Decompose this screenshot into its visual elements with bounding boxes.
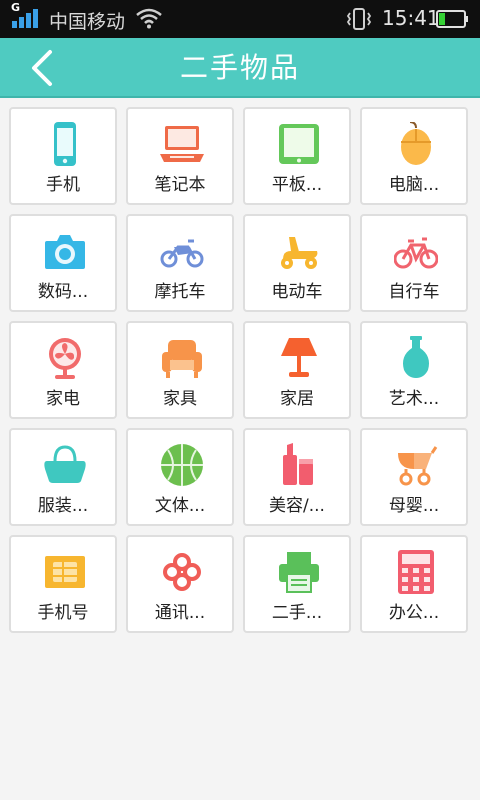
category-label: 家居 [280, 389, 314, 409]
category-tile-bicycle[interactable]: 自行车 [360, 214, 468, 312]
category-label: 家电 [46, 389, 80, 409]
category-tile-art[interactable]: 艺术... [360, 321, 468, 419]
category-label: 电动车 [271, 282, 323, 302]
vibrate-icon [346, 8, 372, 30]
tablet-icon [279, 124, 319, 164]
carrier-name: 中国移动 [49, 11, 126, 33]
category-tile-motorcycle[interactable]: 摩托车 [126, 214, 234, 312]
category-label: 办公... [388, 603, 440, 623]
category-label: 二手... [271, 603, 323, 623]
chevron-left-icon [32, 50, 52, 86]
mouse-icon [401, 122, 431, 165]
category-tile-appliance[interactable]: 家电 [9, 321, 117, 419]
bicycle-icon [394, 237, 438, 269]
category-label: 摩托车 [154, 282, 206, 302]
category-label: 通讯... [154, 603, 206, 623]
clock: 15:41 [382, 6, 440, 30]
fan-icon [49, 338, 81, 379]
vase-icon [403, 336, 429, 378]
page-title: 二手物品 [179, 51, 300, 84]
category-label: 电脑... [388, 175, 440, 195]
category-label: 母婴... [388, 496, 440, 516]
category-tile-beauty[interactable]: 美容/... [243, 428, 351, 526]
scooter-icon [281, 237, 318, 269]
category-label: 美容/... [269, 496, 325, 516]
category-label: 自行车 [388, 282, 440, 302]
stroller-icon [398, 446, 438, 486]
category-label: 笔记本 [154, 175, 206, 195]
category-tile-baby[interactable]: 母婴... [360, 428, 468, 526]
category-tile-telecom[interactable]: 通讯... [126, 535, 234, 633]
app-header: 二手物品 [0, 38, 480, 98]
category-tile-clothing[interactable]: 服装... [9, 428, 117, 526]
back-button[interactable] [22, 46, 66, 90]
category-tile-home[interactable]: 家居 [243, 321, 351, 419]
category-label: 服装... [37, 496, 89, 516]
category-label: 手机 [46, 175, 80, 195]
category-label: 手机号 [37, 603, 89, 623]
category-tile-second-hand[interactable]: 二手... [243, 535, 351, 633]
category-tile-digital[interactable]: 数码... [9, 214, 117, 312]
category-label: 平板... [271, 175, 323, 195]
printer-icon [279, 552, 319, 593]
cosmetics-icon [283, 443, 313, 485]
category-label: 家具 [163, 389, 197, 409]
handbag-icon [44, 445, 86, 483]
battery-icon [436, 10, 468, 28]
category-label: 艺术... [388, 389, 440, 409]
motorcycle-icon [160, 239, 204, 268]
category-tile-sports[interactable]: 文体... [126, 428, 234, 526]
category-tile-ebike[interactable]: 电动车 [243, 214, 351, 312]
status-bar: G 中国移动 15:41 [0, 0, 480, 38]
laptop-icon [160, 126, 204, 162]
category-tile-office[interactable]: 办公... [360, 535, 468, 633]
category-tile-furniture[interactable]: 家具 [126, 321, 234, 419]
unicom-knot-icon [163, 553, 201, 591]
calculator-icon [398, 550, 434, 594]
category-tile-tablet[interactable]: 平板... [243, 107, 351, 205]
camera-icon [45, 235, 85, 269]
category-tile-computer[interactable]: 电脑... [360, 107, 468, 205]
phone-icon [54, 122, 76, 166]
category-tile-laptop[interactable]: 笔记本 [126, 107, 234, 205]
sofa-icon [162, 340, 202, 378]
ball-icon [161, 444, 203, 486]
wifi-icon [136, 8, 162, 29]
signal-icon [12, 9, 38, 28]
category-tile-phone[interactable]: 手机 [9, 107, 117, 205]
category-label: 数码... [37, 282, 89, 302]
sim-card-icon [45, 556, 85, 588]
lamp-icon [281, 338, 317, 377]
category-label: 文体... [154, 496, 206, 516]
category-tile-phone-number[interactable]: 手机号 [9, 535, 117, 633]
